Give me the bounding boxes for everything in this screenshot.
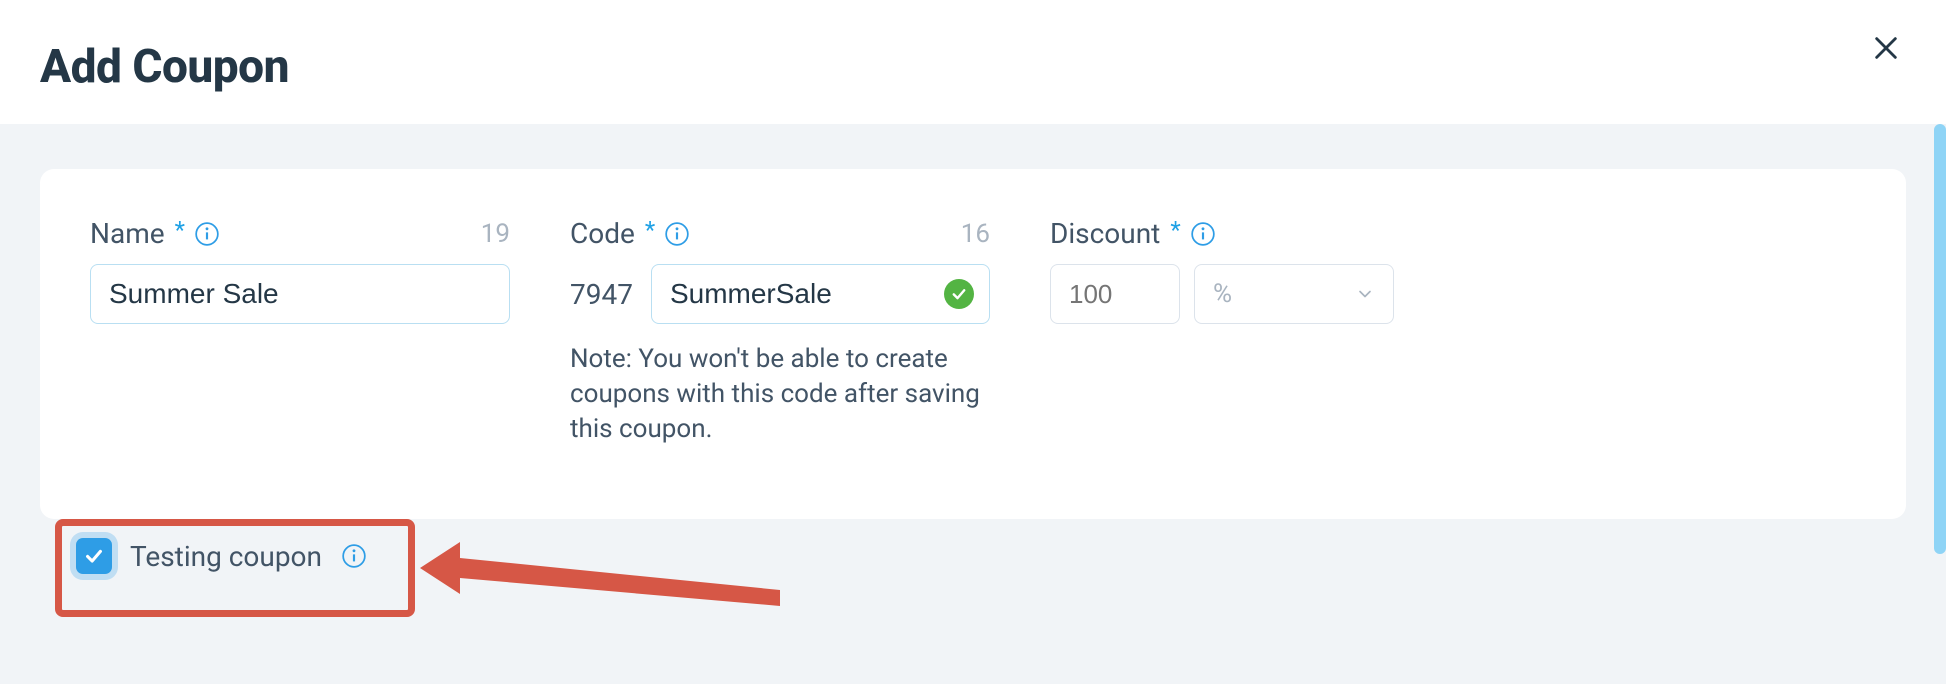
name-field: Name * 19: [90, 217, 510, 324]
close-icon: [1872, 34, 1900, 62]
info-icon: [664, 221, 690, 247]
scrollbar-thumb[interactable]: [1934, 124, 1946, 554]
info-icon: [341, 543, 367, 569]
info-icon: [194, 221, 220, 247]
testing-coupon-label: Testing coupon: [130, 540, 322, 573]
code-valid-indicator: [944, 279, 974, 309]
name-char-counter: 19: [481, 219, 510, 249]
required-asterisk: *: [1170, 216, 1180, 244]
testing-coupon-checkbox[interactable]: [76, 538, 112, 574]
add-coupon-modal: Add Coupon Name *: [0, 0, 1946, 700]
required-asterisk: *: [175, 216, 185, 244]
testing-coupon-row: Testing coupon: [76, 538, 368, 574]
discount-unit-value: %: [1213, 279, 1232, 309]
required-asterisk: *: [645, 216, 655, 244]
name-input[interactable]: [90, 264, 510, 324]
code-field: Code * 16 7947: [570, 217, 990, 447]
page-title: Add Coupon: [40, 40, 1906, 94]
name-label-line: Name * 19: [90, 217, 510, 250]
close-button[interactable]: [1866, 28, 1906, 68]
chevron-down-icon: [1355, 284, 1375, 304]
code-char-counter: 16: [961, 219, 990, 249]
discount-label-line: Discount *: [1050, 217, 1410, 250]
coupon-card: Name * 19: [40, 169, 1906, 519]
code-label: Code: [570, 217, 635, 250]
field-row: Name * 19: [90, 217, 1856, 447]
name-info-button[interactable]: [193, 220, 221, 248]
testing-info-button[interactable]: [340, 542, 368, 570]
info-icon: [1190, 221, 1216, 247]
discount-info-button[interactable]: [1189, 220, 1217, 248]
code-info-button[interactable]: [663, 220, 691, 248]
discount-label: Discount: [1050, 217, 1160, 250]
scrollbar-track[interactable]: [1934, 124, 1946, 684]
check-icon: [950, 285, 968, 303]
annotation-arrow: [420, 528, 790, 628]
code-prefix: 7947: [570, 278, 633, 311]
check-icon: [83, 545, 105, 567]
discount-unit-select[interactable]: %: [1194, 264, 1394, 324]
modal-header: Add Coupon: [0, 0, 1946, 124]
discount-value-input[interactable]: [1050, 264, 1180, 324]
code-label-line: Code * 16: [570, 217, 990, 250]
code-input-row: 7947: [570, 264, 990, 324]
form-area: Name * 19: [0, 124, 1946, 684]
discount-field: Discount * %: [1050, 217, 1410, 324]
code-note: Note: You won't be able to create coupon…: [570, 342, 990, 447]
code-input[interactable]: [651, 264, 990, 324]
name-label: Name: [90, 217, 165, 250]
code-input-wrap: [651, 264, 990, 324]
discount-input-row: %: [1050, 264, 1410, 324]
